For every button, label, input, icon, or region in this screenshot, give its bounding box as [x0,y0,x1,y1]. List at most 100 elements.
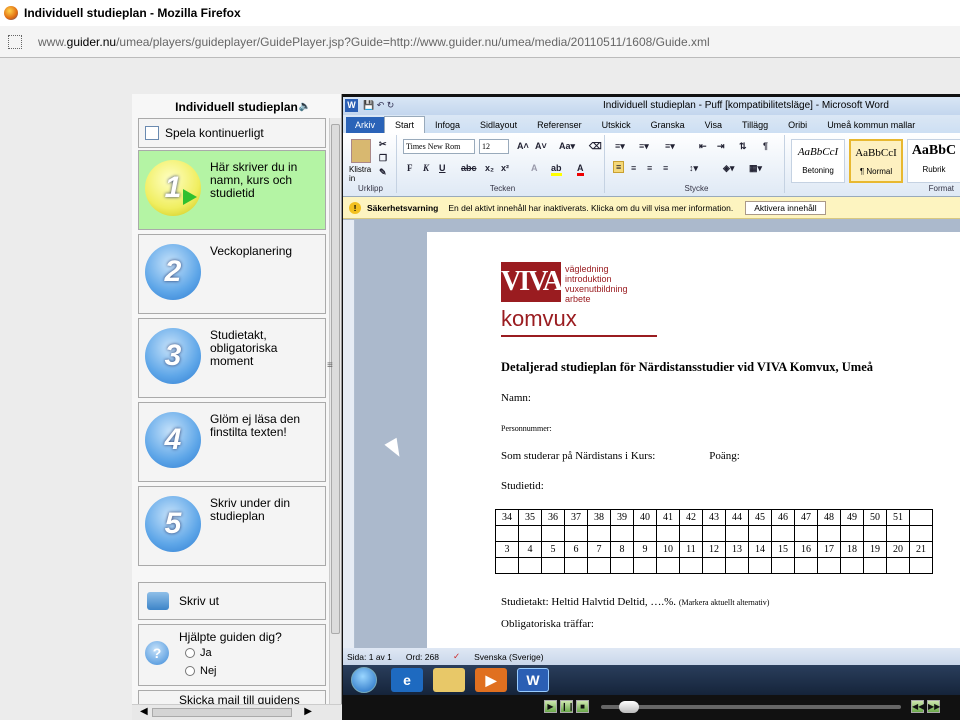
week-cell[interactable]: 12 [702,541,726,558]
week-cell[interactable]: 44 [725,509,749,526]
highlight-icon[interactable]: ab [551,163,562,176]
week-cell[interactable]: 45 [748,509,772,526]
underline-icon[interactable]: U [439,163,446,173]
text-effects-icon[interactable]: A [531,163,538,173]
week-cell[interactable] [909,557,933,574]
week-cell[interactable] [518,557,542,574]
week-cell[interactable] [564,525,588,542]
week-cell[interactable]: 7 [587,541,611,558]
print-button[interactable]: Skriv ut [138,582,326,620]
align-center-icon[interactable]: ≡ [631,163,636,173]
checkbox[interactable] [145,126,159,140]
week-cell[interactable] [656,557,680,574]
align-left-icon[interactable]: ≡ [613,161,625,173]
tab-oribi[interactable]: Oribi [778,120,817,133]
spellcheck-icon[interactable]: ✓ [453,651,460,662]
security-message[interactable]: En del aktivt innehåll har inaktiverats.… [448,203,733,213]
week-cell[interactable] [633,557,657,574]
superscript-icon[interactable]: x² [501,163,509,173]
week-cell[interactable] [771,525,795,542]
style-normal[interactable]: AaBbCcI ¶ Normal [849,139,903,183]
borders-icon[interactable]: ▦▾ [749,163,762,174]
splitter-handle[interactable]: ≡ [327,360,333,371]
week-cell[interactable] [794,557,818,574]
sort-icon[interactable]: ⇅ [739,141,747,152]
justify-icon[interactable]: ≡ [663,163,668,173]
week-cell[interactable]: 37 [564,509,588,526]
tab-visa[interactable]: Visa [695,120,732,133]
week-cell[interactable] [656,525,680,542]
week-cell[interactable] [679,525,703,542]
week-cell[interactable] [863,557,887,574]
week-cell[interactable] [794,525,818,542]
week-cell[interactable]: 39 [610,509,634,526]
grow-font-icon[interactable]: A˄ [517,141,529,151]
week-cell[interactable] [817,557,841,574]
week-cell[interactable]: 13 [725,541,749,558]
internet-explorer-icon[interactable]: e [391,668,423,692]
week-cell[interactable] [564,557,588,574]
document-page[interactable]: VIVA vägledning introduktion vuxenutbild… [427,232,960,648]
clear-format-icon[interactable]: ⌫ [589,141,602,152]
font-name-select[interactable]: Times New Rom [403,139,475,154]
play-icon[interactable]: ▶ [544,700,557,713]
tab-granska[interactable]: Granska [641,120,695,133]
tab-referenser[interactable]: Referenser [527,120,592,133]
stop-icon[interactable]: ■ [576,700,589,713]
tab-infoga[interactable]: Infoga [425,120,470,133]
word-taskbar-icon[interactable]: W [517,668,549,692]
week-cell[interactable] [748,557,772,574]
tab-arkiv[interactable]: Arkiv [346,117,384,133]
decrease-indent-icon[interactable]: ⇤ [699,141,707,152]
week-cell[interactable] [702,557,726,574]
week-cell[interactable]: 41 [656,509,680,526]
week-cell[interactable]: 3 [495,541,519,558]
style-betoning[interactable]: AaBbCcI Betoning [791,139,845,183]
week-cell[interactable]: 38 [587,509,611,526]
speaker-icon[interactable]: 🔈 [299,101,311,112]
week-cell[interactable]: 5 [541,541,565,558]
language[interactable]: Svenska (Sverige) [474,652,543,662]
seek-slider[interactable] [601,701,901,713]
week-cell[interactable]: 36 [541,509,565,526]
week-cell[interactable]: 4 [518,541,542,558]
word-count[interactable]: Ord: 268 [406,652,439,662]
week-cell[interactable]: 14 [748,541,772,558]
week-cell[interactable]: 42 [679,509,703,526]
week-cell[interactable] [725,525,749,542]
week-cell[interactable]: 10 [656,541,680,558]
week-cell[interactable] [748,525,772,542]
numbering-icon[interactable]: ≡▾ [639,141,649,152]
bullets-icon[interactable]: ≡▾ [615,141,625,152]
week-cell[interactable] [702,525,726,542]
pilcrow-icon[interactable]: ¶ [763,141,768,151]
start-orb-icon[interactable] [351,667,377,693]
week-cell[interactable] [817,525,841,542]
cut-icon[interactable]: ✂ [379,139,387,150]
week-cell[interactable] [541,525,565,542]
week-cell[interactable] [771,557,795,574]
week-cell[interactable]: 46 [771,509,795,526]
folder-icon[interactable] [433,668,465,692]
week-cell[interactable] [679,557,703,574]
italic-icon[interactable]: K [423,163,429,173]
week-cell[interactable]: 47 [794,509,818,526]
shrink-font-icon[interactable]: A˅ [535,141,547,151]
week-cell[interactable]: 49 [840,509,864,526]
bold-icon[interactable]: F [407,163,413,173]
radio-yes[interactable]: Ja [185,647,212,659]
address-bar[interactable]: www.guider.nu/umea/players/guideplayer/G… [0,26,960,58]
shading-icon[interactable]: ◈▾ [723,163,734,174]
scroll-thumb[interactable] [152,708,292,717]
tab-tillagg[interactable]: Tillägg [732,120,778,133]
scroll-left-icon[interactable]: ◀ [140,706,148,717]
week-cell[interactable] [587,557,611,574]
strikethrough-icon[interactable]: abc [461,163,477,173]
media-player-icon[interactable]: ▶ [475,668,507,692]
week-cell[interactable] [633,525,657,542]
week-cell[interactable] [541,557,565,574]
step-5[interactable]: 5 Skriv under din studieplan [138,486,326,566]
continuous-play-toggle[interactable]: Spela kontinuerligt [138,118,326,148]
week-cell[interactable] [886,525,910,542]
url-text[interactable]: www.guider.nu/umea/players/guideplayer/G… [38,35,710,49]
